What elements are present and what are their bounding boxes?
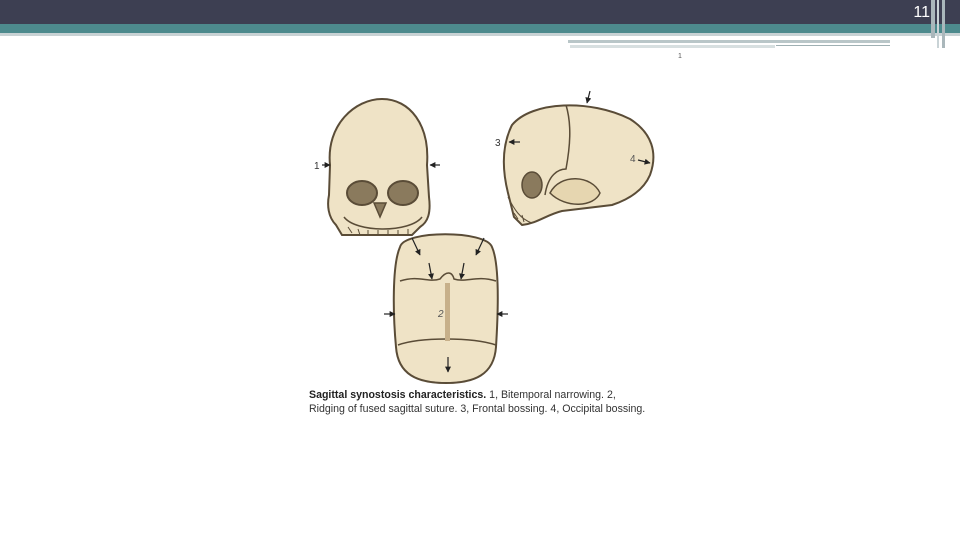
figure-caption: Sagittal synostosis characteristics. 1, … [309,388,654,416]
decorative-bar [931,0,935,38]
caption-title: Sagittal synostosis characteristics. [309,389,487,401]
decorative-bar [937,0,939,48]
accent-line [776,45,890,46]
divider-line [0,33,960,36]
skull-illustration: 1 3 4 2 [314,90,655,385]
skull-top-view: 2 [384,233,508,385]
label-sagittal-suture: 2 [437,309,444,320]
skull-side-view: 3 4 [495,90,655,227]
skull-front-view: 1 [314,97,440,236]
title-bar [0,0,960,24]
decorative-bar [942,0,945,48]
label-occipital-bossing: 4 [630,154,636,165]
accent-band [0,24,960,33]
accent-line [568,40,890,43]
accent-line [570,45,775,48]
label-bitemporal: 1 [314,161,320,172]
footnote-mark: 1 [678,53,682,60]
label-frontal-bossing: 3 [495,138,501,149]
slide-number: 11 [913,4,930,21]
